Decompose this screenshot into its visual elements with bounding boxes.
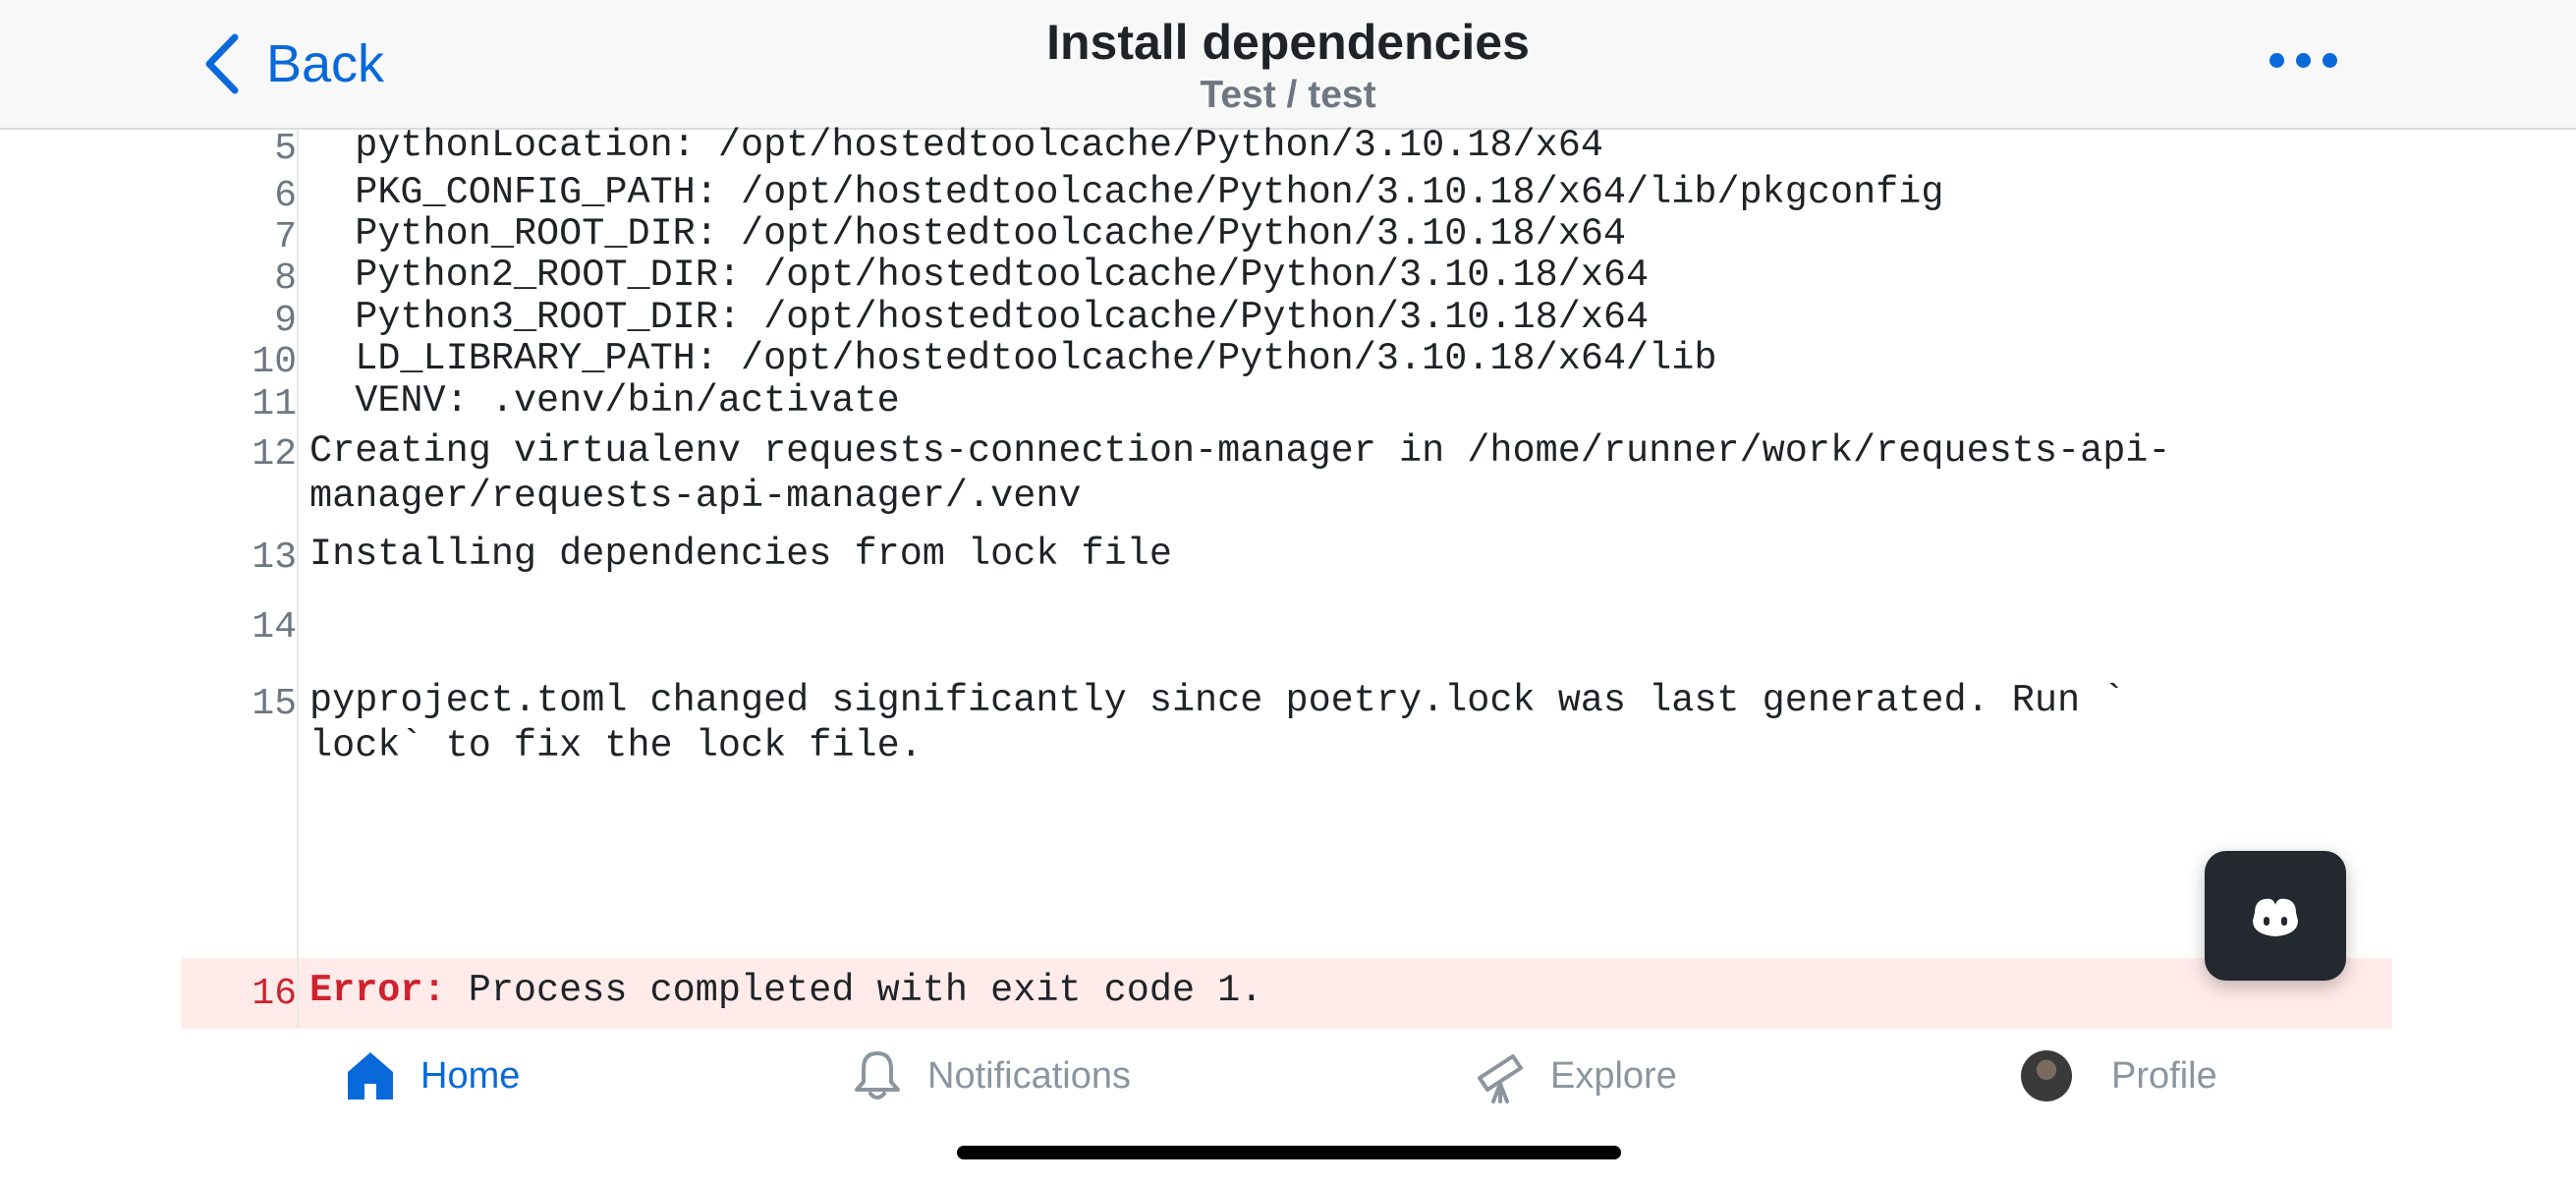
tab-label: Home (420, 1054, 521, 1097)
log-text: Creating virtualenv requests-connection-… (309, 429, 2171, 518)
page-subtitle: Test / test (1200, 74, 1376, 116)
line-number: 11 (252, 383, 297, 425)
line-number: 14 (252, 606, 297, 649)
bell-icon (855, 1051, 900, 1100)
log-text: PKG_CONFIG_PATH: /opt/hostedtoolcache/Py… (309, 171, 1944, 214)
log-text: pythonLocation: /opt/hostedtoolcache/Pyt… (309, 124, 1603, 167)
log-text: Installing dependencies from lock file (309, 533, 1172, 576)
page-title: Install dependencies (1046, 15, 1530, 70)
line-number: 8 (274, 257, 297, 300)
log-text: Error: Process completed with exit code … (309, 968, 2392, 1013)
line-number: 6 (274, 175, 297, 217)
ellipsis-icon-dot (2323, 53, 2337, 68)
log-text: Python3_ROOT_DIR: /opt/hostedtoolcache/P… (309, 296, 1650, 339)
tab-label: Explore (1550, 1054, 1677, 1097)
tab-profile[interactable]: Profile (2021, 1048, 2217, 1103)
line-number: 9 (274, 300, 297, 342)
home-indicator (957, 1146, 1621, 1159)
tab-explore[interactable]: Explore (1474, 1048, 1677, 1103)
copilot-button[interactable] (2205, 851, 2346, 981)
log-line: 14 (182, 606, 2392, 684)
log-text: Python_ROOT_DIR: /opt/hostedtoolcache/Py… (309, 212, 1627, 255)
title-block: Install dependencies Test / test (0, 12, 2576, 118)
avatar (2021, 1050, 2072, 1101)
log-text: LD_LIBRARY_PATH: /opt/hostedtoolcache/Py… (309, 337, 1717, 380)
error-message: Process completed with exit code 1. (445, 969, 1263, 1012)
log-line-error: 16 Error: Process completed with exit co… (182, 958, 2392, 1029)
error-prefix: Error: (309, 969, 446, 1012)
ellipsis-icon-dot (2269, 53, 2284, 68)
tab-label: Profile (2111, 1054, 2217, 1097)
log-text: Python2_ROOT_DIR: /opt/hostedtoolcache/P… (309, 254, 1650, 297)
tab-notifications[interactable]: Notifications (851, 1048, 1131, 1103)
line-number: 15 (252, 683, 297, 725)
tab-bar: Home Notifications Explore Profile (0, 1029, 2576, 1185)
line-number-gutter (297, 130, 299, 1029)
tab-home[interactable]: Home (344, 1048, 520, 1103)
log-line: 15 pyproject.toml changed significantly … (182, 679, 2392, 812)
line-number: 10 (252, 341, 297, 383)
home-icon (348, 1052, 393, 1100)
line-number: 13 (252, 536, 297, 579)
more-options-button[interactable] (2269, 53, 2337, 68)
tab-label: Notifications (927, 1054, 1131, 1097)
copilot-icon (2253, 898, 2298, 936)
ellipsis-icon-dot (2296, 53, 2311, 68)
line-number: 16 (252, 973, 297, 1015)
navigation-header: Back Install dependencies Test / test (0, 0, 2576, 130)
telescope-icon (1478, 1054, 1523, 1103)
log-view[interactable]: 5 pythonLocation: /opt/hostedtoolcache/P… (182, 124, 2392, 1029)
line-number: 7 (274, 216, 297, 258)
line-number: 5 (274, 128, 297, 170)
log-line: 13 Installing dependencies from lock fil… (182, 533, 2392, 623)
log-text: VENV: .venv/bin/activate (309, 379, 900, 423)
line-number: 12 (252, 433, 297, 476)
log-text: pyproject.toml changed significantly sin… (309, 679, 2126, 767)
